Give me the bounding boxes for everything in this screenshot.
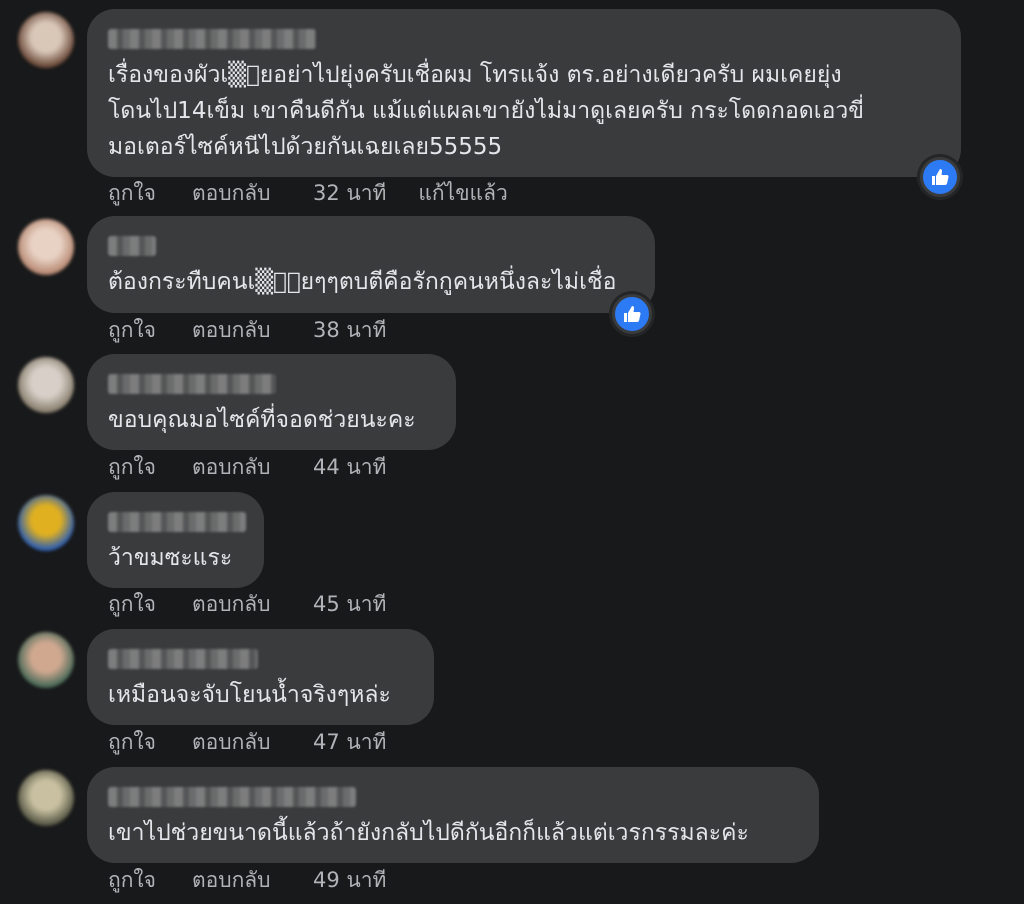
- comment-text: เหมือนจะจับโยนน้ำจริงๆหล่ะ: [108, 682, 391, 708]
- avatar[interactable]: [18, 12, 74, 68]
- author-name-redacted[interactable]: [108, 649, 258, 669]
- avatar[interactable]: [18, 357, 74, 413]
- reply-button[interactable]: ตอบกลับ: [192, 177, 313, 210]
- author-name-redacted[interactable]: [108, 29, 316, 49]
- comment-bubble: เรื่องของผัวเ▒ียอย่าไปยุ่งครับเชื่อผม โท…: [87, 9, 961, 177]
- avatar[interactable]: [18, 770, 74, 826]
- like-icon: [932, 169, 949, 185]
- reply-button[interactable]: ตอบกลับ: [192, 451, 313, 484]
- comment-text: ต้องกระทืบคนเ▒ี้ยๆๆตบตีคือรักกูคนหนึ่งละ…: [108, 269, 617, 295]
- like-button[interactable]: ถูกใจ: [108, 451, 192, 484]
- like-reaction-badge[interactable]: [612, 294, 652, 334]
- author-name-redacted[interactable]: [108, 512, 246, 532]
- comment-timestamp[interactable]: 45 นาที: [313, 588, 386, 621]
- reply-button[interactable]: ตอบกลับ: [192, 726, 313, 759]
- comment-actions: ถูกใจ ตอบกลับ 49 นาที: [108, 865, 418, 895]
- comment-actions: ถูกใจ ตอบกลับ 38 นาที: [108, 315, 418, 345]
- comment-timestamp[interactable]: 44 นาที: [313, 451, 386, 484]
- reply-button[interactable]: ตอบกลับ: [192, 588, 313, 621]
- comment-bubble: ว้าขมซะแระ: [87, 492, 264, 588]
- like-button[interactable]: ถูกใจ: [108, 314, 192, 347]
- comment-bubble: ขอบคุณมอไซค์ที่จอดช่วยนะคะ: [87, 354, 456, 450]
- comment-actions: ถูกใจ ตอบกลับ 44 นาที: [108, 452, 418, 482]
- comment-text: เรื่องของผัวเ▒ียอย่าไปยุ่งครับเชื่อผม โท…: [108, 62, 865, 160]
- author-name-redacted[interactable]: [108, 787, 356, 807]
- comment-actions: ถูกใจ ตอบกลับ 45 นาที: [108, 589, 418, 619]
- comment-feed: เรื่องของผัวเ▒ียอย่าไปยุ่งครับเชื่อผม โท…: [0, 0, 1024, 904]
- comment-bubble: ต้องกระทืบคนเ▒ี้ยๆๆตบตีคือรักกูคนหนึ่งละ…: [87, 216, 655, 313]
- author-name-redacted[interactable]: [108, 374, 276, 394]
- comment-timestamp[interactable]: 49 นาที: [313, 864, 386, 897]
- like-button[interactable]: ถูกใจ: [108, 177, 192, 210]
- comment-timestamp[interactable]: 38 นาที: [313, 314, 386, 347]
- comment-actions: ถูกใจ ตอบกลับ 32 นาที แก้ไขแล้ว: [108, 178, 508, 208]
- reply-button[interactable]: ตอบกลับ: [192, 864, 313, 897]
- like-button[interactable]: ถูกใจ: [108, 864, 192, 897]
- edited-label[interactable]: แก้ไขแล้ว: [418, 177, 507, 210]
- avatar[interactable]: [18, 219, 74, 275]
- reply-button[interactable]: ตอบกลับ: [192, 314, 313, 347]
- comment-actions: ถูกใจ ตอบกลับ 47 นาที: [108, 727, 418, 757]
- comment-bubble: เหมือนจะจับโยนน้ำจริงๆหล่ะ: [87, 629, 434, 725]
- like-button[interactable]: ถูกใจ: [108, 588, 192, 621]
- like-reaction-badge[interactable]: [920, 157, 960, 197]
- like-icon: [624, 306, 641, 322]
- comment-timestamp[interactable]: 32 นาที: [313, 177, 386, 210]
- like-button[interactable]: ถูกใจ: [108, 726, 192, 759]
- comment-text: เขาไปช่วยขนาดนี้แล้วถ้ายังกลับไปดีกันอีก…: [108, 820, 749, 846]
- author-name-redacted[interactable]: [108, 236, 156, 256]
- comment-timestamp[interactable]: 47 นาที: [313, 726, 386, 759]
- avatar[interactable]: [18, 632, 74, 688]
- comment-text: ว้าขมซะแระ: [108, 545, 233, 571]
- avatar[interactable]: [18, 495, 74, 551]
- comment-bubble: เขาไปช่วยขนาดนี้แล้วถ้ายังกลับไปดีกันอีก…: [87, 767, 819, 863]
- comment-text: ขอบคุณมอไซค์ที่จอดช่วยนะคะ: [108, 407, 416, 433]
